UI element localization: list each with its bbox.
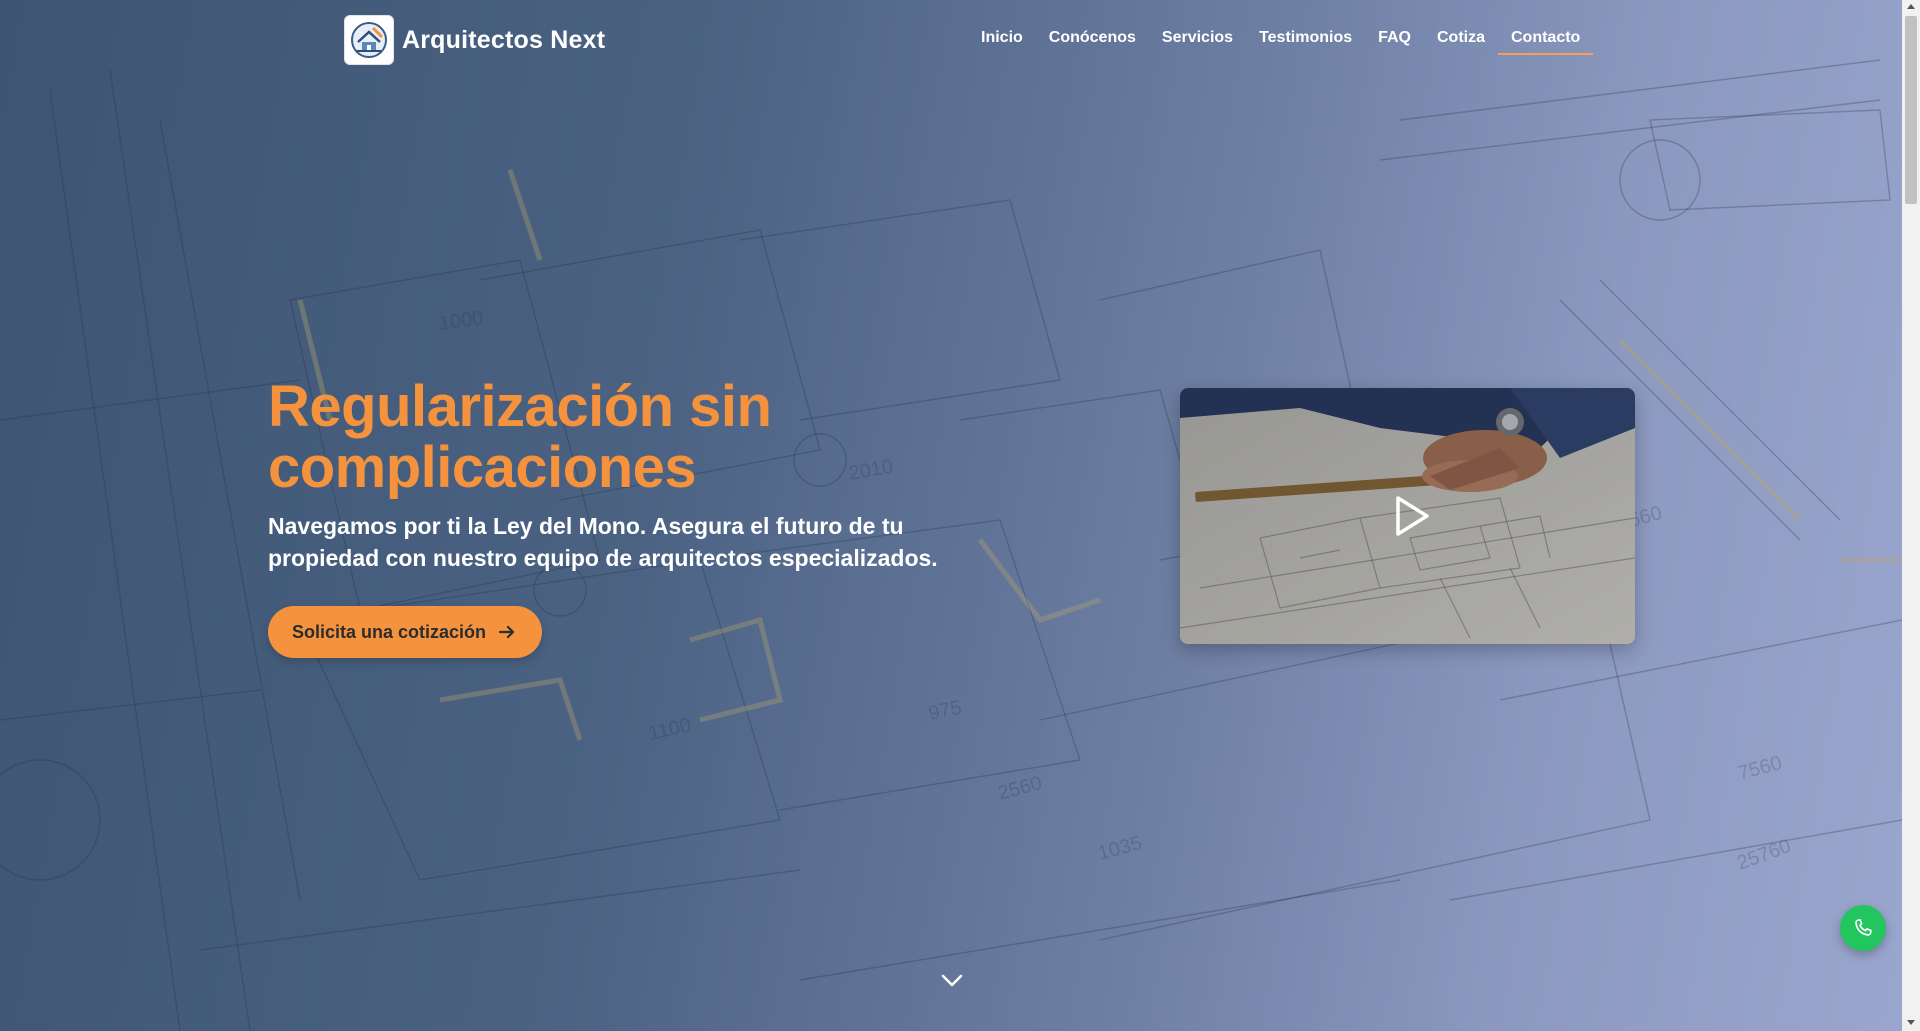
- play-icon[interactable]: [1392, 494, 1432, 538]
- nav-link-servicios[interactable]: Servicios: [1149, 29, 1246, 55]
- svg-text:1100: 1100: [646, 714, 693, 744]
- phone-icon: [1855, 919, 1872, 936]
- svg-text:975: 975: [926, 696, 963, 724]
- arrow-right-icon: [498, 625, 515, 639]
- hero-section: 1000 1100 2010 7560 25760 1035 2660 975 …: [0, 0, 1902, 1031]
- scroll-down-arrow-icon[interactable]: [1907, 1020, 1915, 1025]
- chevron-down-icon[interactable]: [938, 970, 966, 990]
- nav-link-faq[interactable]: FAQ: [1365, 29, 1424, 55]
- scrollbar-thumb[interactable]: [1905, 16, 1917, 204]
- scroll-up-arrow-icon[interactable]: [1907, 4, 1915, 9]
- brand-logo[interactable]: Arquitectos Next: [344, 15, 605, 65]
- svg-text:1000: 1000: [438, 307, 485, 335]
- hero-subtitle: Navegamos por ti la Ley del Mono. Asegur…: [268, 513, 938, 571]
- svg-text:1035: 1035: [1096, 832, 1145, 865]
- architect-house-drawing-icon: [344, 15, 394, 65]
- svg-text:2560: 2560: [996, 772, 1045, 805]
- nav-link-conocenos[interactable]: Conócenos: [1036, 29, 1149, 55]
- svg-text:25760: 25760: [1734, 835, 1794, 875]
- page-scrollbar[interactable]: [1902, 0, 1920, 1031]
- request-quote-label: Solicita una cotización: [292, 621, 487, 642]
- hero-title: Regularización sin complicaciones: [268, 374, 772, 500]
- main-nav: Inicio Conócenos Servicios Testimonios F…: [968, 29, 1594, 55]
- nav-link-testimonios[interactable]: Testimonios: [1246, 29, 1365, 55]
- site-header: Arquitectos Next Inicio Conócenos Servic…: [0, 0, 1902, 80]
- nav-link-cotiza[interactable]: Cotiza: [1424, 29, 1498, 55]
- brand-name: Arquitectos Next: [402, 25, 606, 54]
- nav-link-contacto[interactable]: Contacto: [1498, 29, 1594, 55]
- request-quote-button[interactable]: Solicita una cotización: [268, 606, 543, 658]
- nav-link-inicio[interactable]: Inicio: [968, 29, 1036, 55]
- svg-text:7560: 7560: [1736, 752, 1785, 785]
- phone-call-button[interactable]: [1840, 905, 1886, 951]
